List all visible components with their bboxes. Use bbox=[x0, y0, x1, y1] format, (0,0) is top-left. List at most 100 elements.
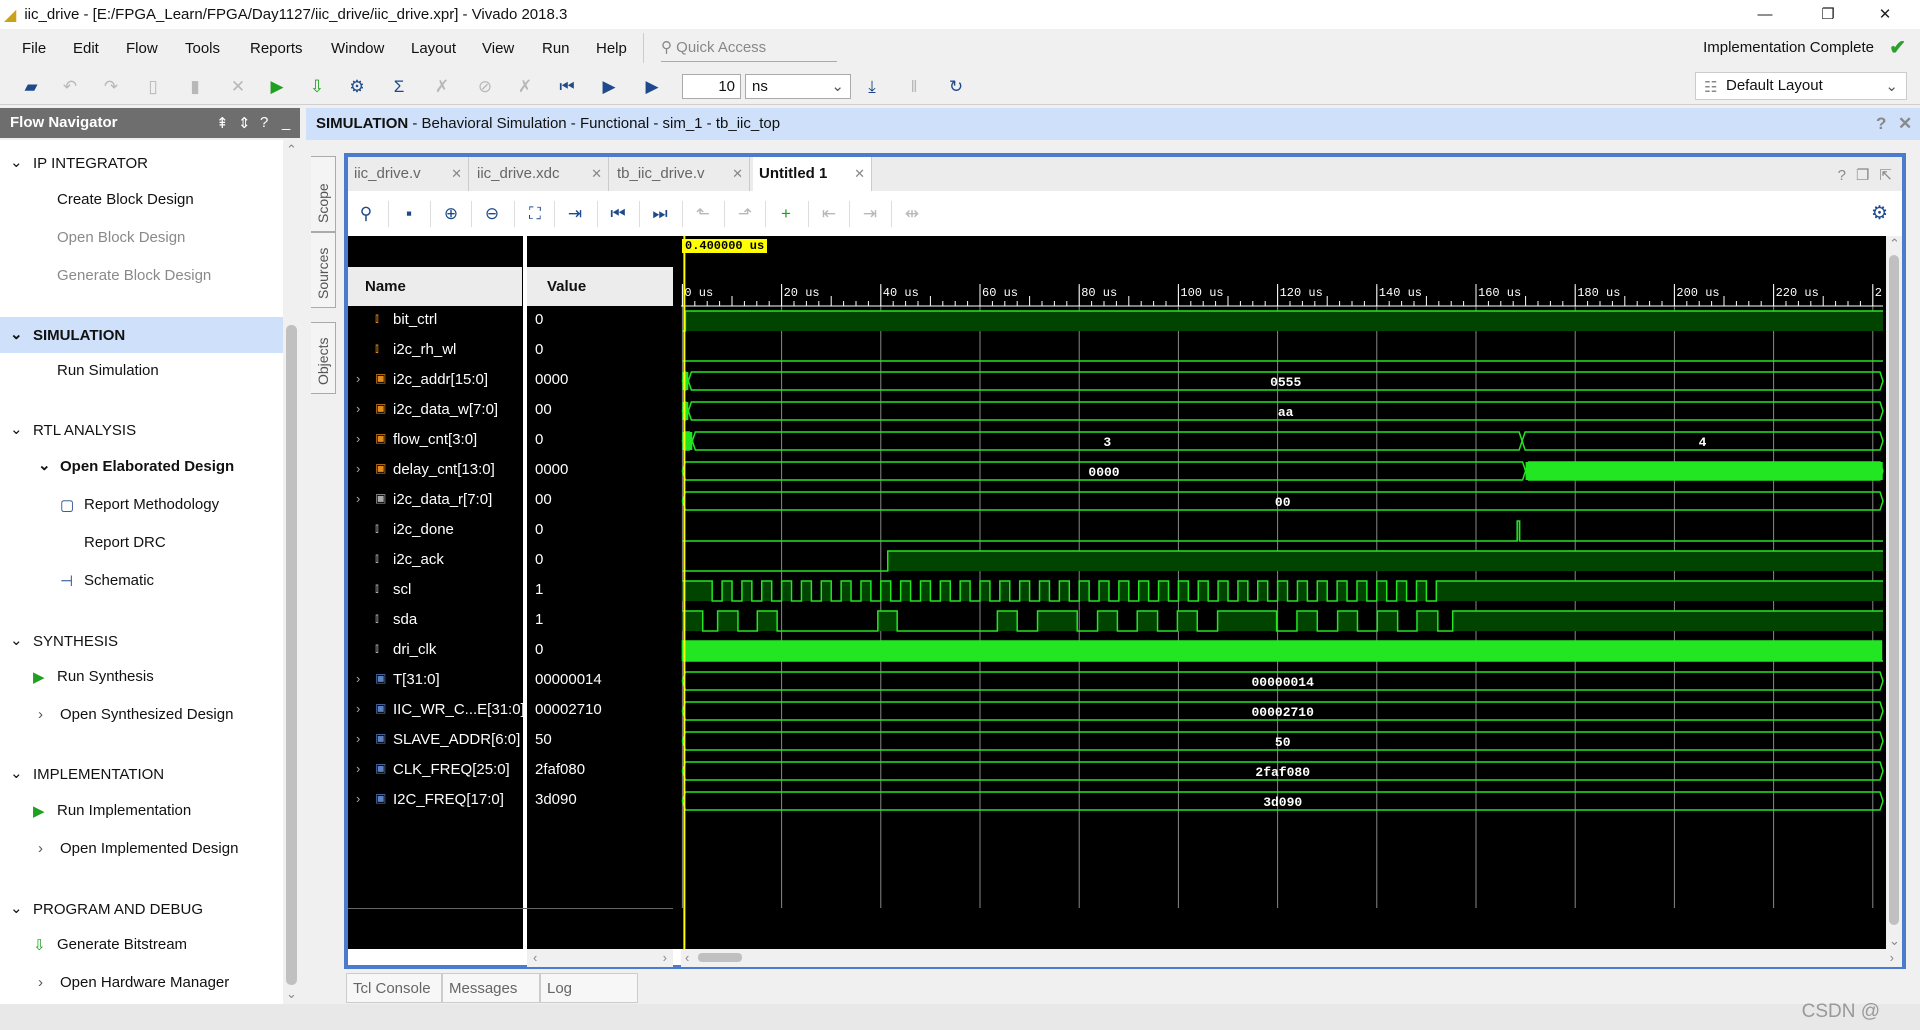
menu-file[interactable]: File bbox=[22, 40, 46, 57]
expand-all-icon[interactable]: ⇕ bbox=[238, 114, 251, 132]
layout-select[interactable]: ☷ Default Layout ⌄ bbox=[1695, 72, 1907, 100]
nav-rtl-analysis[interactable]: ⌄ RTL ANALYSIS bbox=[10, 421, 136, 439]
signal-row[interactable]: ⫾ dri_clk 0 bbox=[348, 636, 673, 666]
signal-row[interactable]: › ▣ IIC_WR_C...E[31:0] 00002710 bbox=[348, 696, 673, 726]
relaunch-icon[interactable]: ↻ bbox=[944, 75, 968, 99]
swap-cursors-icon[interactable]: ⇹ bbox=[900, 202, 924, 226]
signal-row[interactable]: ⫾ scl 1 bbox=[348, 576, 673, 606]
go-to-end-icon[interactable]: ⏭ bbox=[648, 202, 672, 226]
scroll-right-icon[interactable]: › bbox=[1890, 950, 1894, 965]
signal-row[interactable]: ⫾ i2c_rh_wl 0 bbox=[348, 336, 673, 366]
menu-help[interactable]: Help bbox=[596, 40, 627, 57]
wave-vertical-thumb[interactable] bbox=[1889, 255, 1899, 925]
disabled-icon[interactable]: ⊘ bbox=[473, 75, 497, 99]
value-column-header[interactable]: Value bbox=[527, 267, 673, 306]
signal-row[interactable]: › ▣ i2c_addr[15:0] 0000 bbox=[348, 366, 673, 396]
menu-reports[interactable]: Reports bbox=[250, 40, 303, 57]
nav-open-implemented-design[interactable]: › Open Implemented Design bbox=[38, 840, 238, 857]
nav-report-methodology[interactable]: ▢ Report Methodology bbox=[60, 496, 219, 514]
signal-row[interactable]: › ▣ delay_cnt[13:0] 0000 bbox=[348, 456, 673, 486]
tab-tb-iic-drive-v[interactable]: tb_iic_drive.v ✕ bbox=[611, 157, 750, 191]
chevron-right-icon[interactable]: › bbox=[356, 671, 360, 686]
scroll-down-icon[interactable]: ⌄ bbox=[1889, 933, 1900, 949]
close-button[interactable]: ✕ bbox=[1862, 0, 1908, 29]
close-icon[interactable]: ✕ bbox=[854, 166, 865, 182]
restart-icon[interactable]: ⏮ bbox=[555, 75, 579, 99]
close-icon[interactable]: ✕ bbox=[1898, 114, 1912, 134]
nav-generate-block-design[interactable]: Generate Block Design bbox=[57, 267, 211, 284]
signal-row[interactable]: › ▣ I2C_FREQ[17:0] 3d090 bbox=[348, 786, 673, 816]
nav-ip-integrator[interactable]: ⌄ IP INTEGRATOR bbox=[10, 154, 148, 172]
close-icon[interactable]: ✕ bbox=[451, 166, 462, 182]
nav-run-synthesis[interactable]: ▶ Run Synthesis bbox=[33, 668, 154, 686]
next-marker-icon[interactable]: ⇥ bbox=[858, 202, 882, 226]
disabled-icon[interactable]: ✗ bbox=[513, 75, 537, 99]
run-for-icon[interactable]: ▶ bbox=[640, 75, 664, 99]
nav-simulation[interactable]: ⌄ SIMULATION bbox=[10, 326, 125, 344]
maximize-button[interactable]: ❐ bbox=[1805, 0, 1851, 29]
run-for-unit-select[interactable]: ns ⌄ bbox=[745, 74, 851, 99]
menu-view[interactable]: View bbox=[482, 40, 514, 57]
nav-generate-bitstream[interactable]: ⇩ Generate Bitstream bbox=[33, 936, 187, 954]
name-column-header[interactable]: Name bbox=[348, 267, 522, 306]
collapse-all-icon[interactable]: ⇞ bbox=[216, 114, 229, 132]
signal-row[interactable]: › ▣ SLAVE_ADDR[6:0] 50 bbox=[348, 726, 673, 756]
scroll-down-icon[interactable]: ⌄ bbox=[286, 986, 297, 1002]
scroll-up-icon[interactable]: ⌃ bbox=[286, 142, 297, 158]
signal-row[interactable]: ⫾ i2c_ack 0 bbox=[348, 546, 673, 576]
chevron-right-icon[interactable]: › bbox=[356, 371, 360, 386]
tab-iic-drive-xdc[interactable]: iic_drive.xdc ✕ bbox=[471, 157, 609, 191]
settings-icon[interactable]: ⚙ bbox=[345, 75, 369, 99]
minimize-icon[interactable]: _ bbox=[282, 114, 290, 131]
close-icon[interactable]: ✕ bbox=[591, 166, 602, 182]
scroll-left-icon[interactable]: ‹ bbox=[685, 950, 689, 965]
nav-schematic[interactable]: ⊣ Schematic bbox=[60, 572, 154, 590]
close-icon[interactable]: ✕ bbox=[732, 166, 743, 182]
menu-layout[interactable]: Layout bbox=[411, 40, 456, 57]
chevron-right-icon[interactable]: › bbox=[356, 701, 360, 716]
pause-icon[interactable]: ‖ bbox=[902, 75, 926, 99]
nav-open-block-design[interactable]: Open Block Design bbox=[57, 229, 185, 246]
help-icon[interactable]: ? bbox=[260, 114, 268, 131]
run-icon[interactable]: ▶ bbox=[265, 75, 289, 99]
signal-row[interactable]: ⫾ i2c_done 0 bbox=[348, 516, 673, 546]
search-icon[interactable]: ⚲ bbox=[354, 202, 378, 226]
nav-run-implementation[interactable]: ▶ Run Implementation bbox=[33, 802, 191, 820]
gear-icon[interactable]: ⚙ bbox=[1871, 202, 1888, 225]
column-divider[interactable] bbox=[673, 236, 681, 949]
menu-run[interactable]: Run bbox=[542, 40, 570, 57]
chevron-right-icon[interactable]: › bbox=[356, 791, 360, 806]
run-all-icon[interactable]: ▶ bbox=[597, 75, 621, 99]
bitstream-icon[interactable]: ⇩ bbox=[305, 75, 329, 99]
zoom-in-icon[interactable]: ⊕ bbox=[439, 202, 463, 226]
copy-icon[interactable]: ▯ bbox=[141, 75, 165, 99]
sigma-icon[interactable]: Σ bbox=[387, 75, 411, 99]
zoom-out-icon[interactable]: ⊖ bbox=[480, 202, 504, 226]
redo-icon[interactable]: ↷ bbox=[99, 75, 123, 99]
nav-open-hardware-manager[interactable]: › Open Hardware Manager bbox=[38, 974, 229, 991]
nav-open-elaborated-design[interactable]: ⌄ Open Elaborated Design bbox=[38, 457, 234, 475]
save-icon[interactable]: ▪ bbox=[397, 202, 421, 226]
side-tab-objects[interactable]: Objects bbox=[311, 322, 336, 394]
nav-create-block-design[interactable]: Create Block Design bbox=[57, 191, 194, 208]
nav-program-and-debug[interactable]: ⌄ PROGRAM AND DEBUG bbox=[10, 900, 203, 918]
signal-row[interactable]: ⫾ bit_ctrl 0 bbox=[348, 306, 673, 336]
previous-marker-icon[interactable]: ⇤ bbox=[817, 202, 841, 226]
wave-horizontal-thumb[interactable] bbox=[698, 953, 742, 962]
value-horizontal-scrollbar[interactable]: ‹ › bbox=[527, 949, 673, 967]
signal-row[interactable]: › ▣ i2c_data_w[7:0] 00 bbox=[348, 396, 673, 426]
waveform-canvas[interactable]: 0 us 20 us 40 us 60 us 80 us 100 us 120 us 140 … bbox=[681, 236, 1886, 949]
tab-log[interactable]: Log bbox=[540, 973, 638, 1003]
signal-row[interactable]: › ▣ flow_cnt[3:0] 0 bbox=[348, 426, 673, 456]
help-icon[interactable]: ? bbox=[1876, 114, 1886, 134]
chevron-right-icon[interactable]: › bbox=[356, 761, 360, 776]
nav-synthesis[interactable]: ⌄ SYNTHESIS bbox=[10, 632, 118, 650]
chevron-right-icon[interactable]: › bbox=[356, 401, 360, 416]
menu-window[interactable]: Window bbox=[331, 40, 384, 57]
chevron-right-icon[interactable]: › bbox=[356, 491, 360, 506]
add-marker-icon[interactable]: + bbox=[774, 202, 798, 226]
window-controls[interactable]: ?❐⇱ bbox=[1838, 166, 1902, 184]
paste-icon[interactable]: ▮ bbox=[183, 75, 207, 99]
nav-report-drc[interactable]: Report DRC bbox=[84, 534, 166, 551]
nav-run-simulation[interactable]: Run Simulation bbox=[57, 362, 159, 379]
